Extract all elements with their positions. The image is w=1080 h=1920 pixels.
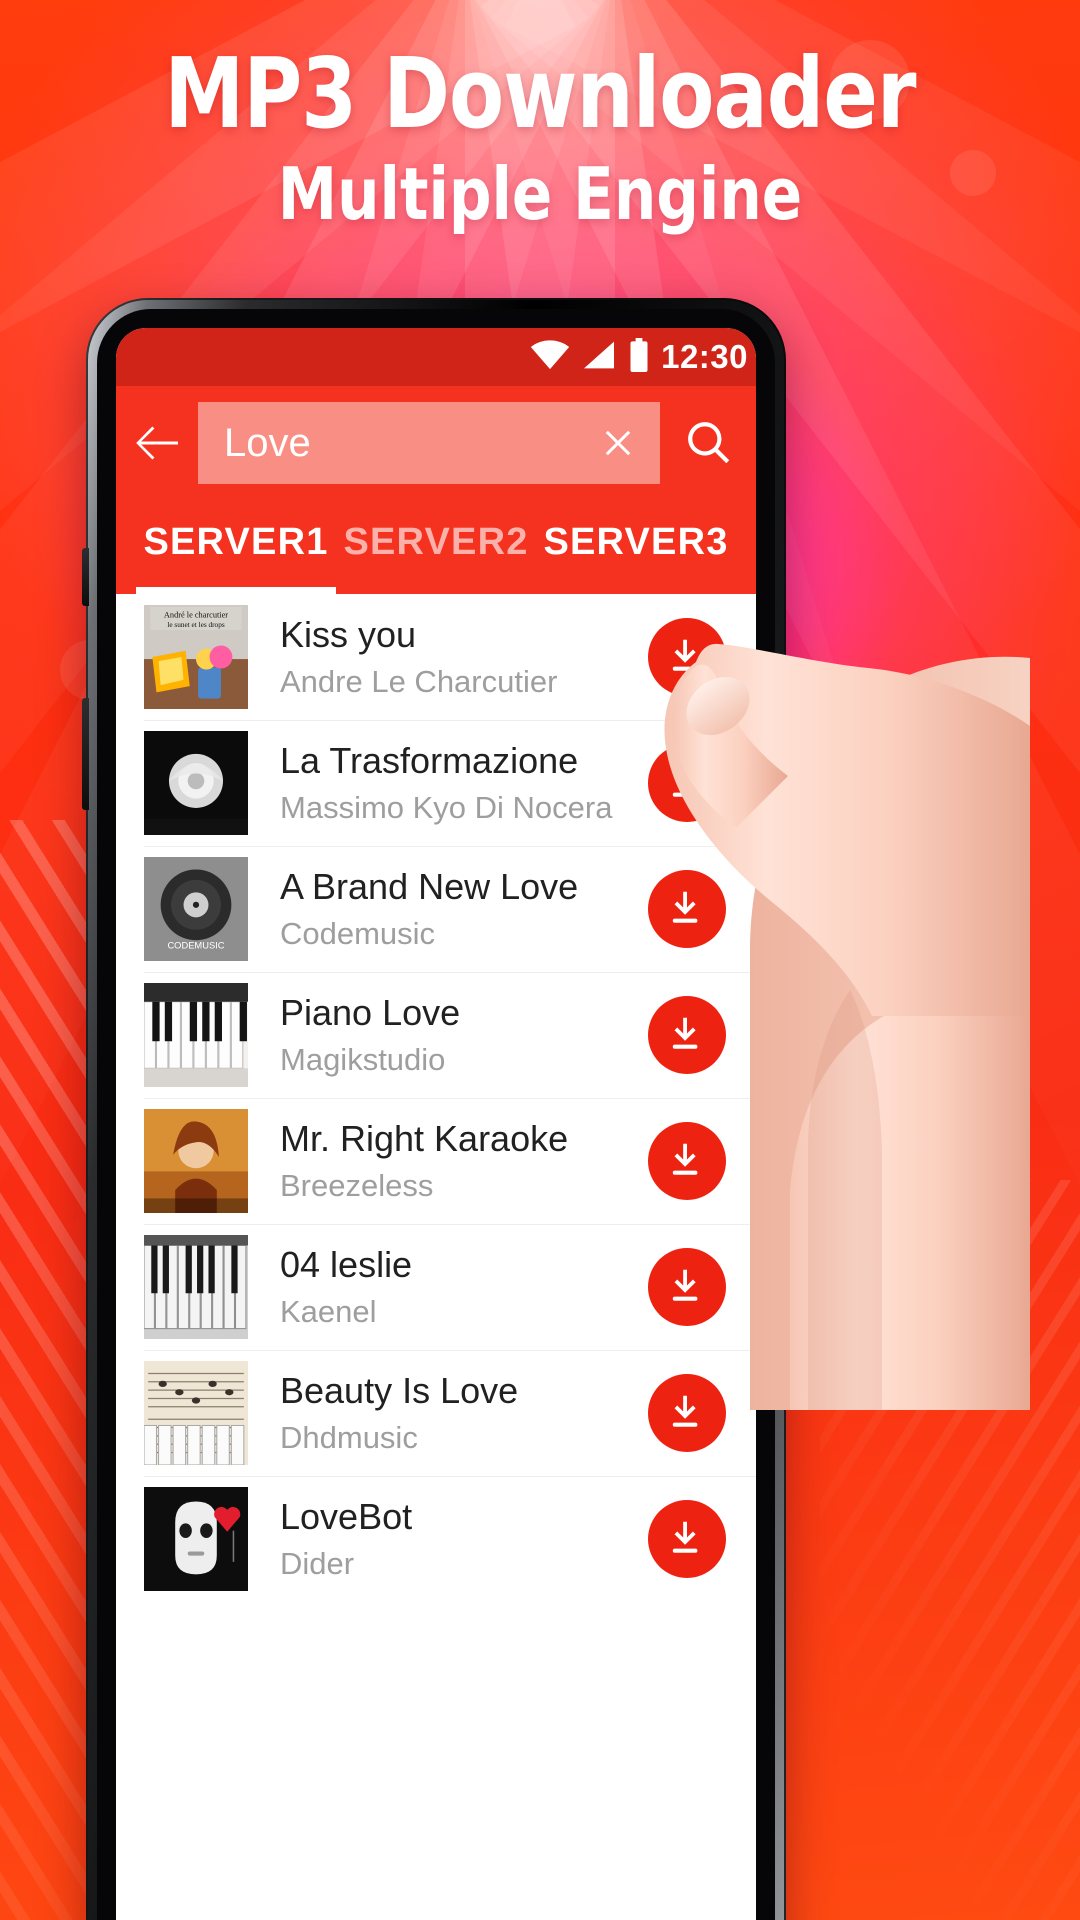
server-tabs: SERVER1 SERVER2 SERVER3 [136, 490, 736, 594]
diagonal-stripes-right [820, 1180, 1080, 1920]
app-bar: Love SERVER1 SERVER2 SERVER3 [116, 386, 756, 594]
song-list-item[interactable]: La Trasformazione Massimo Kyo Di Nocera [116, 720, 756, 846]
song-title: LoveBot [280, 1496, 648, 1537]
album-art-thumbnail [144, 1361, 248, 1465]
song-list-item[interactable]: LoveBot Dider [116, 1476, 756, 1602]
phone-power-button [783, 738, 790, 888]
battery-icon [628, 338, 650, 377]
song-meta: Kiss you Andre Le Charcutier [248, 614, 648, 700]
status-bar-clock: 12:30 [661, 338, 748, 376]
song-title: La Trasformazione [280, 740, 648, 781]
album-art-thumbnail [144, 983, 248, 1087]
album-art-thumbnail [144, 1109, 248, 1213]
search-icon[interactable] [682, 418, 736, 468]
song-list[interactable]: André le charcutier le sunet et les drops… [116, 594, 756, 1602]
song-artist: Dider [280, 1546, 648, 1582]
back-arrow-icon[interactable] [136, 424, 182, 462]
song-title: Kiss you [280, 614, 648, 655]
download-icon[interactable] [648, 744, 726, 822]
promo-headings: MP3 Downloader Multiple Engine [0, 0, 1080, 236]
search-input[interactable]: Love [198, 402, 660, 484]
song-meta: Beauty Is Love Dhdmusic [248, 1370, 648, 1456]
tab-server1[interactable]: SERVER1 [136, 521, 336, 594]
svg-text:CODEMUSIC: CODEMUSIC [167, 941, 224, 951]
song-title: Mr. Right Karaoke [280, 1118, 648, 1159]
song-meta: 04 leslie Kaenel [248, 1244, 648, 1330]
phone-volume-down-button [82, 698, 89, 810]
phone-screen: 12:30 Love SERVER1 SERVER2 SERVER3 André… [116, 328, 756, 1920]
close-icon[interactable] [594, 422, 642, 464]
search-input-value: Love [224, 421, 594, 466]
song-list-item[interactable]: CODEMUSIC A Brand New Love Codemusic [116, 846, 756, 972]
album-art-thumbnail [144, 1487, 248, 1591]
phone-volume-up-button [82, 548, 89, 606]
album-art-thumbnail [144, 731, 248, 835]
tab-server2[interactable]: SERVER2 [336, 521, 536, 594]
song-list-item[interactable]: Mr. Right Karaoke Breezeless [116, 1098, 756, 1224]
download-icon[interactable] [648, 996, 726, 1074]
song-title: A Brand New Love [280, 866, 648, 907]
download-icon[interactable] [648, 618, 726, 696]
svg-text:le sunet et les drops: le sunet et les drops [167, 621, 224, 629]
song-artist: Magikstudio [280, 1042, 648, 1078]
download-icon[interactable] [648, 1122, 726, 1200]
phone-mockup: 12:30 Love SERVER1 SERVER2 SERVER3 André… [86, 298, 786, 1920]
download-icon[interactable] [648, 1248, 726, 1326]
status-bar-icons [530, 338, 650, 377]
download-icon[interactable] [648, 1374, 726, 1452]
signal-icon [581, 340, 617, 375]
status-bar: 12:30 [116, 328, 756, 386]
song-artist: Dhdmusic [280, 1420, 648, 1456]
wifi-icon [530, 340, 570, 375]
song-title: Piano Love [280, 992, 648, 1033]
search-row: Love [136, 402, 736, 484]
svg-text:André le charcutier: André le charcutier [164, 610, 228, 619]
page-subtitle: Multiple Engine [43, 152, 1037, 236]
download-icon[interactable] [648, 1500, 726, 1578]
song-meta: Mr. Right Karaoke Breezeless [248, 1118, 648, 1204]
page-title: MP3 Downloader [43, 44, 1037, 144]
song-list-item[interactable]: Piano Love Magikstudio [116, 972, 756, 1098]
song-meta: A Brand New Love Codemusic [248, 866, 648, 952]
song-title: Beauty Is Love [280, 1370, 648, 1411]
song-artist: Breezeless [280, 1168, 648, 1204]
song-list-item[interactable]: 04 leslie Kaenel [116, 1224, 756, 1350]
album-art-thumbnail: CODEMUSIC [144, 857, 248, 961]
download-icon[interactable] [648, 870, 726, 948]
song-list-item[interactable]: Beauty Is Love Dhdmusic [116, 1350, 756, 1476]
song-title: 04 leslie [280, 1244, 648, 1285]
album-art-thumbnail [144, 1235, 248, 1339]
song-meta: La Trasformazione Massimo Kyo Di Nocera [248, 740, 648, 826]
album-art-thumbnail: André le charcutier le sunet et les drops [144, 605, 248, 709]
song-artist: Kaenel [280, 1294, 648, 1330]
song-meta: LoveBot Dider [248, 1496, 648, 1582]
song-meta: Piano Love Magikstudio [248, 992, 648, 1078]
song-list-item[interactable]: André le charcutier le sunet et les drops… [116, 594, 756, 720]
tab-server3[interactable]: SERVER3 [536, 521, 736, 594]
active-tab-indicator [136, 587, 336, 594]
song-artist: Andre Le Charcutier [280, 664, 648, 700]
song-artist: Codemusic [280, 916, 648, 952]
song-artist: Massimo Kyo Di Nocera [280, 790, 648, 826]
